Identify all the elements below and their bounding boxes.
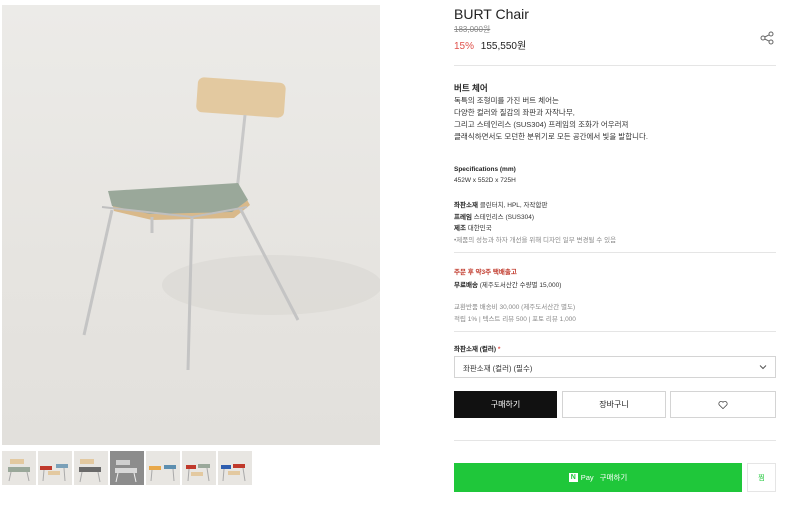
wishlist-button[interactable] (670, 391, 776, 418)
option-select-value: 좌판소재 (컬러) (필수) (463, 364, 533, 373)
product-main-image (2, 5, 380, 445)
description-line: 클래식하면서도 모던한 분위기로 모든 공간에서 빛을 발합니다. (454, 132, 648, 141)
material-value: 클린터치, HPL, 자작합판 (479, 202, 548, 209)
thumbnail[interactable] (182, 451, 216, 485)
thumbnail[interactable] (38, 451, 72, 485)
free-shipping: 무료배송 (제주도서산간 수량별 15,000) (454, 279, 561, 289)
description-title: 버트 체어 (454, 83, 488, 93)
material-label: 제조 (454, 225, 466, 232)
npay-action: 구매하기 (599, 473, 628, 482)
npay-buy-button[interactable]: N Pay 구매하기 (454, 463, 742, 492)
discount-rate: 15% (454, 41, 475, 52)
material-value: 스테인리스 (SUS304) (473, 214, 535, 221)
sale-price: 155,550원 (480, 41, 527, 52)
chevron-down-icon (759, 365, 767, 370)
shipping-lead-time: 주문 후 약3주 택배출고 (454, 269, 517, 276)
price-row: 15% 155,550원 (454, 37, 526, 52)
material-value: 대한민국 (467, 225, 492, 232)
free-shipping-detail: (제주도서산간 수량별 15,000) (479, 282, 562, 289)
description-text: 독특의 조형미를 가진 버트 체어는 다양한 컬러와 질감의 좌판과 자작나무,… (454, 95, 648, 143)
material-row: 좌판소재 클린터치, HPL, 자작합판 (454, 199, 547, 209)
description-line: 독특의 조형미를 가진 버트 체어는 (454, 96, 559, 105)
thumbnail-strip (2, 451, 252, 485)
npay-label: Pay (580, 473, 594, 482)
divider (454, 65, 776, 66)
description-line: 다양한 컬러와 질감의 좌판과 자작나무, (454, 108, 575, 117)
divider (454, 252, 776, 253)
cart-button[interactable]: 장바구니 (562, 391, 666, 418)
material-label: 프레임 (454, 214, 472, 221)
share-icon[interactable] (760, 31, 774, 45)
npay-logo-icon: N (568, 473, 578, 482)
thumbnail[interactable] (110, 451, 144, 485)
buy-button[interactable]: 구매하기 (454, 391, 557, 418)
product-title: BURT Chair (454, 6, 529, 22)
thumbnail[interactable] (2, 451, 36, 485)
description-line: 그리고 스테인리스 (SUS304) 프레임의 조화가 어우러져 (454, 120, 629, 129)
spec-size: 452W x 552D x 725H (454, 177, 516, 184)
original-price: 183,000원 (454, 25, 491, 34)
option-select[interactable]: 좌판소재 (컬러) (필수) (454, 356, 776, 378)
option-label-text: 좌판소재 (컬러) (454, 346, 497, 353)
material-row: 프레임 스테인리스 (SUS304) (454, 211, 534, 221)
product-info-panel: BURT Chair 183,000원 15% 155,550원 버트 체어 독… (454, 0, 776, 507)
material-label: 좌판소재 (454, 202, 478, 209)
npay-wish-button[interactable]: 찜 (747, 463, 776, 492)
heart-icon (718, 400, 728, 409)
thumbnail[interactable] (146, 451, 180, 485)
exchange-fee: 교환반품 배송비 30,000 (제주도서산간 별도) (454, 304, 576, 311)
spec-notice: •제품의 성능과 하자 개선을 위해 디자인 일부 변경될 수 있음 (454, 237, 617, 244)
required-mark: * (497, 346, 501, 353)
spec-title: Specifications (mm) (454, 166, 516, 173)
reward-points: 적립 1% | 텍스트 리뷰 500 | 포토 리뷰 1,000 (454, 316, 576, 323)
divider (454, 331, 776, 332)
divider (454, 440, 776, 441)
thumbnail[interactable] (218, 451, 252, 485)
material-row: 제조 대한민국 (454, 222, 492, 232)
option-label: 좌판소재 (컬러) * (454, 343, 500, 353)
thumbnail[interactable] (74, 451, 108, 485)
free-shipping-label: 무료배송 (454, 282, 478, 289)
